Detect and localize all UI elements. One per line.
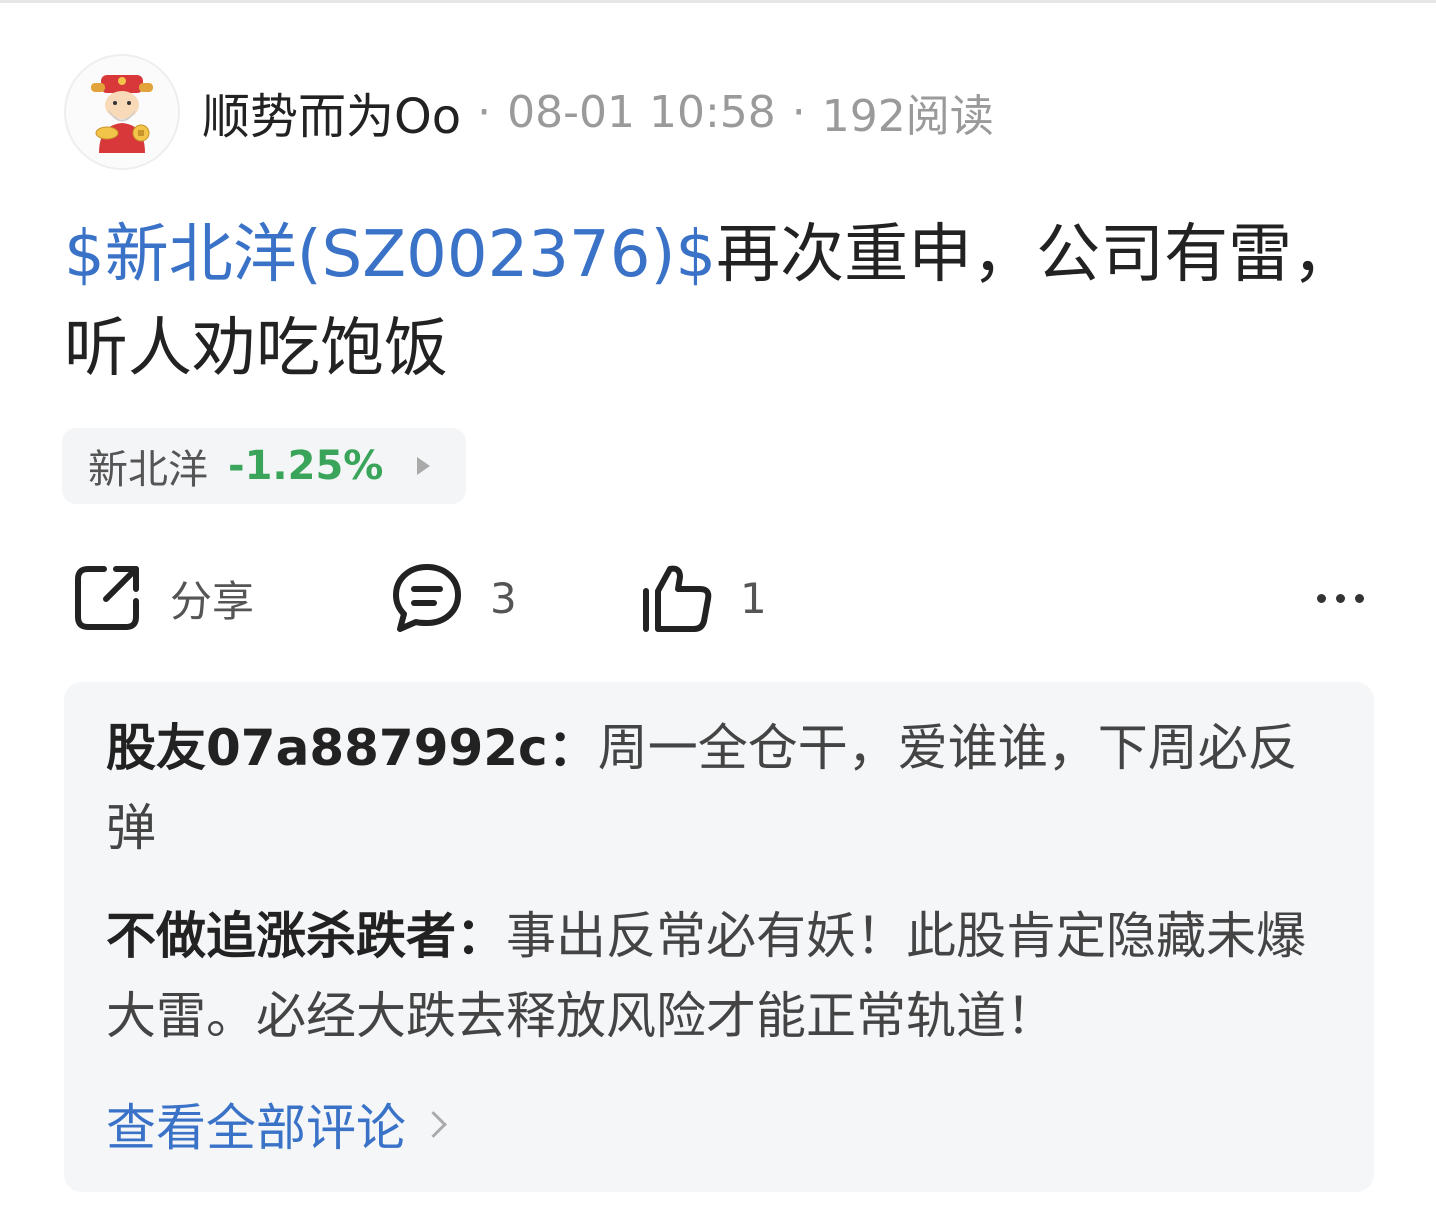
meta-separator: · (791, 86, 806, 138)
share-label: 分享 (170, 576, 255, 626)
like-button[interactable]: 1 (640, 556, 767, 640)
comment-item[interactable]: 不做追涨杀跌者：事出反常必有妖！此股肯定隐藏未爆大雷。必经大跌去释放风险才能正常… (106, 896, 1334, 1056)
author-name[interactable]: 顺势而为Oo (202, 77, 461, 147)
like-icon (643, 565, 712, 632)
meta-separator: · (477, 86, 492, 138)
stock-change: -1.25% (228, 443, 384, 489)
post-body: $新北洋(SZ002376)$再次重申，公司有雷，听人劝吃饱饭 (64, 208, 1364, 396)
top-divider (0, 0, 1436, 3)
view-all-label: 查看全部评论 (106, 1099, 406, 1157)
commenter-name[interactable]: 股友07a887992c： (106, 719, 598, 777)
share-icon (75, 566, 139, 630)
comment-button[interactable]: 3 (390, 556, 517, 640)
avatar-god-of-wealth (91, 75, 153, 153)
comment-icon (393, 564, 461, 632)
like-count: 1 (740, 573, 767, 623)
post-header: 顺势而为Oo · 08-01 10:58 · 192阅读 (64, 52, 994, 172)
more-icon (1355, 593, 1364, 603)
action-bar: 分享 3 1 (0, 556, 1436, 640)
comments-preview: 股友07a887992c：周一全仓干，爱谁谁，下周必反弹 不做追涨杀跌者：事出反… (64, 682, 1374, 1192)
read-count: 192阅读 (821, 91, 994, 142)
post-time: 08-01 10:58 (507, 86, 776, 138)
stock-quote-chip[interactable]: 新北洋 -1.25% (62, 428, 467, 504)
play-arrow-icon (417, 457, 431, 475)
more-icon (1336, 593, 1345, 603)
more-icon (1317, 593, 1326, 603)
commenter-name[interactable]: 不做追涨杀跌者： (106, 907, 506, 965)
share-button[interactable]: 分享 (70, 556, 254, 640)
comment-count: 3 (490, 573, 517, 623)
stock-name: 新北洋 (88, 447, 208, 493)
more-button[interactable] (1317, 576, 1364, 620)
chevron-right-icon (420, 1110, 447, 1138)
stock-tag-link[interactable]: $新北洋(SZ002376)$ (64, 218, 716, 292)
comment-item[interactable]: 股友07a887992c：周一全仓干，爱谁谁，下周必反弹 (106, 708, 1334, 868)
view-all-comments-link[interactable]: 查看全部评论 (106, 1088, 1334, 1160)
avatar[interactable] (64, 54, 180, 170)
